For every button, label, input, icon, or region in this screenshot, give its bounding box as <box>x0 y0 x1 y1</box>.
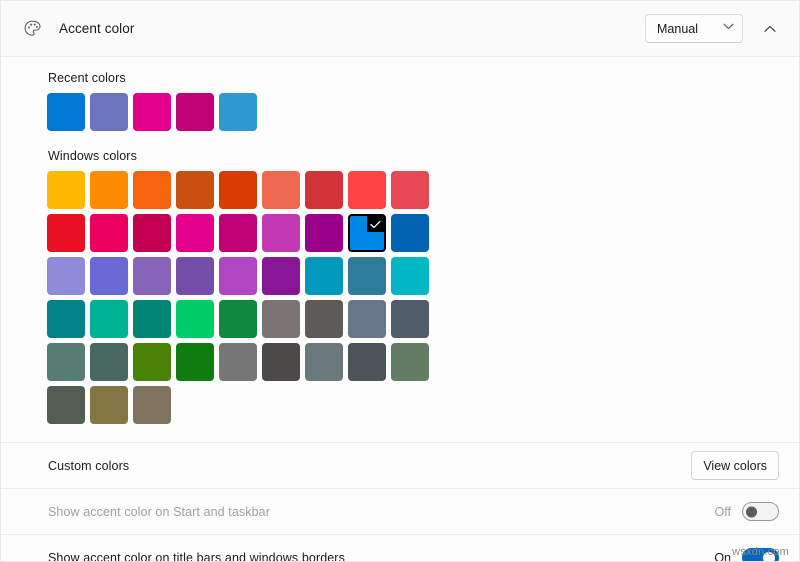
recent-colors-label: Recent colors <box>48 71 126 85</box>
windows-color-swatch[interactable] <box>219 300 257 338</box>
windows-color-swatch[interactable] <box>348 257 386 295</box>
windows-color-swatch[interactable] <box>133 300 171 338</box>
windows-color-swatch[interactable] <box>133 343 171 381</box>
watermark: wsxdn.com <box>732 546 789 558</box>
windows-color-swatch[interactable] <box>90 257 128 295</box>
windows-color-swatch[interactable] <box>47 343 85 381</box>
recent-color-swatch[interactable] <box>90 93 128 131</box>
windows-color-swatch[interactable] <box>133 386 171 424</box>
show-accent-title-bars-state: On <box>714 550 731 562</box>
windows-color-swatch[interactable] <box>90 214 128 252</box>
windows-color-swatch[interactable] <box>47 257 85 295</box>
windows-color-swatch[interactable] <box>262 171 300 209</box>
show-accent-start-taskbar-toggle-wrap: Off <box>715 502 779 521</box>
windows-color-swatch[interactable] <box>219 343 257 381</box>
windows-color-swatch[interactable] <box>305 343 343 381</box>
show-accent-start-taskbar-toggle[interactable] <box>742 502 779 521</box>
view-colors-button[interactable]: View colors <box>691 451 779 480</box>
windows-color-swatch[interactable] <box>47 386 85 424</box>
chevron-up-icon <box>764 20 776 38</box>
windows-color-swatch[interactable] <box>348 300 386 338</box>
windows-color-swatch[interactable] <box>219 214 257 252</box>
windows-color-swatch[interactable] <box>176 257 214 295</box>
windows-colors-label: Windows colors <box>48 149 137 163</box>
windows-color-swatch[interactable] <box>133 171 171 209</box>
card-header: Accent color Manual <box>1 1 799 57</box>
windows-color-swatch[interactable] <box>262 343 300 381</box>
windows-color-swatch[interactable] <box>391 300 429 338</box>
chevron-down-icon <box>723 23 734 32</box>
windows-color-swatch[interactable] <box>391 214 429 252</box>
windows-color-swatch[interactable] <box>391 171 429 209</box>
windows-color-swatch[interactable] <box>90 171 128 209</box>
windows-color-swatch[interactable] <box>305 171 343 209</box>
windows-color-swatch[interactable] <box>348 343 386 381</box>
page-title: Accent color <box>59 21 135 36</box>
recent-colors-row <box>47 93 799 131</box>
windows-color-swatch[interactable] <box>305 214 343 252</box>
accent-color-mode-dropdown[interactable]: Manual <box>645 14 743 43</box>
windows-color-swatch[interactable] <box>176 171 214 209</box>
windows-color-swatch[interactable] <box>176 300 214 338</box>
windows-color-swatch[interactable] <box>47 214 85 252</box>
custom-colors-row: Custom colors View colors <box>1 443 799 489</box>
windows-color-swatch[interactable] <box>262 300 300 338</box>
accent-color-settings-card: Accent color Manual Recent colors Window… <box>0 0 800 562</box>
recent-color-swatch[interactable] <box>133 93 171 131</box>
windows-color-swatch[interactable] <box>47 171 85 209</box>
windows-color-swatch[interactable] <box>262 257 300 295</box>
show-accent-start-taskbar-label: Show accent color on Start and taskbar <box>48 504 270 519</box>
dropdown-value: Manual <box>657 21 698 36</box>
palette-icon <box>21 18 43 40</box>
show-accent-start-taskbar-state: Off <box>714 504 731 519</box>
windows-color-swatch[interactable] <box>133 257 171 295</box>
color-picker-body: Recent colors Windows colors <box>1 57 799 443</box>
windows-color-swatch[interactable] <box>176 214 214 252</box>
custom-colors-label: Custom colors <box>48 458 130 473</box>
recent-color-swatch[interactable] <box>176 93 214 131</box>
show-accent-start-taskbar-row: Show accent color on Start and taskbar O… <box>1 489 799 535</box>
windows-color-swatch[interactable] <box>348 171 386 209</box>
collapse-section-button[interactable] <box>755 15 785 43</box>
windows-color-swatch[interactable] <box>90 386 128 424</box>
windows-color-swatch[interactable] <box>219 257 257 295</box>
show-accent-title-bars-label: Show accent color on title bars and wind… <box>48 550 345 562</box>
windows-color-swatch[interactable] <box>391 257 429 295</box>
recent-color-swatch[interactable] <box>219 93 257 131</box>
windows-colors-grid <box>47 171 799 424</box>
windows-color-swatch[interactable] <box>176 343 214 381</box>
windows-color-swatch[interactable] <box>262 214 300 252</box>
windows-color-swatch[interactable] <box>391 343 429 381</box>
windows-color-swatch[interactable] <box>90 343 128 381</box>
windows-color-swatch[interactable] <box>133 214 171 252</box>
windows-color-swatch[interactable] <box>47 300 85 338</box>
windows-color-swatch[interactable] <box>90 300 128 338</box>
recent-color-swatch[interactable] <box>47 93 85 131</box>
toggle-knob <box>746 506 757 517</box>
windows-color-swatch[interactable] <box>219 171 257 209</box>
show-accent-title-bars-row: Show accent color on title bars and wind… <box>1 535 799 562</box>
windows-color-swatch[interactable] <box>305 257 343 295</box>
windows-color-swatch[interactable] <box>305 300 343 338</box>
windows-color-swatch-selected[interactable] <box>348 214 386 252</box>
check-icon <box>367 216 384 232</box>
